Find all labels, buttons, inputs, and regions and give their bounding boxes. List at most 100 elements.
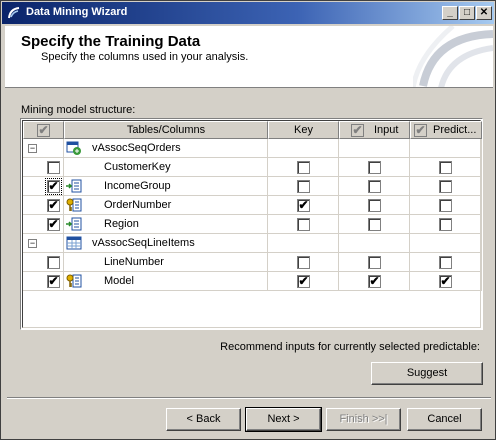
column-name: IncomeGroup [104,180,171,192]
key-checkbox[interactable] [297,161,310,174]
predict-cell [410,253,482,272]
predict-checkbox[interactable] [439,161,452,174]
input-cell [339,158,410,177]
select-all-checkbox[interactable]: ✔ [37,124,50,137]
recommend-label: Recommend inputs for currently selected … [220,341,480,353]
input-cell [339,234,410,253]
select-cell [23,158,64,177]
column-row[interactable]: ✔ IncomeGroup [23,177,482,196]
columns-grid: ✔ Tables/Columns Key ✔ Input ✔ Predict..… [20,118,483,330]
key-cell [268,158,339,177]
select-column-checkbox[interactable]: ✔ [47,275,60,288]
cancel-button[interactable]: Cancel [407,408,482,431]
input-checkbox[interactable] [368,199,381,212]
predict-checkbox[interactable]: ✔ [439,275,452,288]
key-cell [268,177,339,196]
select-cell: ✔ [23,272,64,291]
predict-cell [410,158,482,177]
input-all-checkbox[interactable]: ✔ [351,124,364,137]
name-cell: vAssocSeqOrders [64,139,268,158]
header-select-all[interactable]: ✔ [23,121,64,139]
finish-button[interactable]: Finish >>| [326,408,401,431]
name-cell: Model [64,272,268,291]
mining-structure-label: Mining model structure: [21,104,136,116]
input-checkbox[interactable] [368,180,381,193]
collapse-icon[interactable]: − [28,239,37,248]
name-cell: OrderNumber [64,196,268,215]
input-checkbox[interactable] [368,256,381,269]
table-name: vAssocSeqLineItems [92,237,195,249]
key-cell [268,234,339,253]
key-checkbox[interactable]: ✔ [297,275,310,288]
column-row[interactable]: CustomerKey [23,158,482,177]
column-row[interactable]: ✔ Model ✔ ✔ ✔ [23,272,482,291]
input-cell: ✔ [339,272,410,291]
column-header-input[interactable]: ✔ Input [339,121,410,139]
key-cell: ✔ [268,196,339,215]
column-name: OrderNumber [104,199,172,211]
maximize-button[interactable]: □ [459,6,475,20]
wizard-header: Specify the Training Data Specify the co… [5,26,493,88]
predict-checkbox[interactable] [439,199,452,212]
collapse-icon[interactable]: − [28,144,37,153]
predict-checkbox[interactable] [439,180,452,193]
column-name: Model [104,275,134,287]
key-checkbox[interactable]: ✔ [297,199,310,212]
input-checkbox[interactable]: ✔ [368,275,381,288]
column-row[interactable]: LineNumber [23,253,482,272]
column-header-predict[interactable]: ✔ Predict... [410,121,482,139]
select-cell: ✔ [23,196,64,215]
select-cell: − [23,139,64,158]
key-checkbox[interactable] [297,256,310,269]
predict-cell: ✔ [410,272,482,291]
predict-checkbox[interactable] [439,218,452,231]
input-cell [339,139,410,158]
select-column-checkbox[interactable]: ✔ [47,218,60,231]
input-checkbox[interactable] [368,218,381,231]
name-cell: Region [64,215,268,234]
input-cell [339,215,410,234]
page-title: Specify the Training Data [21,33,201,50]
input-cell [339,196,410,215]
close-button[interactable]: ✕ [476,6,492,20]
name-cell: CustomerKey [64,158,268,177]
select-column-checkbox[interactable] [47,256,60,269]
select-column-checkbox[interactable]: ✔ [47,199,60,212]
name-cell: LineNumber [64,253,268,272]
back-button[interactable]: < Back [166,408,241,431]
window-title: Data Mining Wizard [26,6,128,18]
next-button[interactable]: Next > [245,407,322,432]
case-table-icon [66,140,82,159]
table-row[interactable]: − vAssocSeqLineItems [23,234,482,253]
minimize-button[interactable]: _ [442,6,458,20]
input-checkbox[interactable] [368,161,381,174]
column-header-predict-label: Predict... [433,124,477,136]
column-name: LineNumber [104,256,164,268]
wizard-window: Data Mining Wizard _ □ ✕ Specify the Tra… [0,0,496,440]
predict-cell [410,215,482,234]
key-cell [268,253,339,272]
column-header-tables[interactable]: Tables/Columns [64,121,268,139]
table-row[interactable]: − vAssocSeqOrders [23,139,482,158]
predict-all-checkbox[interactable]: ✔ [414,124,427,137]
column-row[interactable]: ✔ OrderNumber ✔ [23,196,482,215]
input-cell [339,177,410,196]
key-checkbox[interactable] [297,180,310,193]
footer-divider [7,397,491,399]
predict-cell [410,196,482,215]
key-cell: ✔ [268,272,339,291]
select-column-checkbox[interactable]: ✔ [45,178,62,195]
title-bar[interactable]: Data Mining Wizard _ □ ✕ [2,2,494,24]
select-cell [23,253,64,272]
predict-checkbox[interactable] [439,256,452,269]
column-row[interactable]: ✔ Region [23,215,482,234]
wizard-app-icon [8,7,20,19]
name-cell: IncomeGroup [64,177,268,196]
predict-cell [410,139,482,158]
suggest-button[interactable]: Suggest [371,362,483,385]
key-checkbox[interactable] [297,218,310,231]
select-column-checkbox[interactable] [47,161,60,174]
key-icon [66,197,82,216]
column-header-key[interactable]: Key [268,121,339,139]
select-cell: ✔ [23,215,64,234]
